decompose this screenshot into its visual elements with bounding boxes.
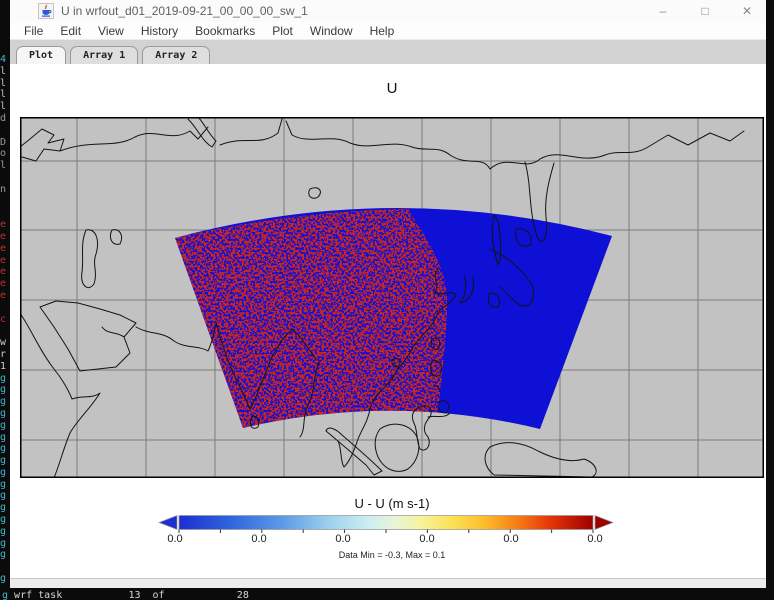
maximize-icon[interactable]: □ — [694, 4, 716, 18]
tab-array-2[interactable]: Array 2 — [142, 46, 210, 64]
window-title: U in wrfout_d01_2019-09-21_00_00_00_sw_1 — [61, 4, 308, 18]
colorbar-tick-label: 0.0 — [323, 533, 363, 545]
terminal-left-edge: 4 l l l l d D o l n e e e e e e e c w r … — [0, 54, 10, 585]
colorbar-tick-label: 0.0 — [491, 533, 531, 545]
tab-plot[interactable]: Plot — [16, 46, 66, 64]
colorbar-tick-label: 0.0 — [575, 533, 615, 545]
tab-array-1[interactable]: Array 1 — [70, 46, 138, 64]
terminal-bottom-line: g wrf task 13 of 28 — [2, 590, 774, 600]
menu-file[interactable]: File — [24, 24, 43, 38]
plot-title: U — [20, 80, 764, 97]
window-controls: – □ ✕ — [652, 0, 758, 22]
colorbar-tick-label: 0.0 — [239, 533, 279, 545]
menu-bar: File Edit View History Bookmarks Plot Window He… — [10, 22, 766, 40]
menu-plot[interactable]: Plot — [272, 24, 293, 38]
menu-edit[interactable]: Edit — [60, 24, 81, 38]
screen: 4 l l l l d D o l n e e e e e e e c w r … — [0, 0, 774, 600]
java-app-icon — [38, 3, 54, 19]
menu-window[interactable]: Window — [310, 24, 353, 38]
menu-bookmarks[interactable]: Bookmarks — [195, 24, 255, 38]
tab-bar: PlotArray 1Array 2 — [10, 40, 766, 64]
window-status-strip — [10, 578, 766, 588]
menu-history[interactable]: History — [141, 24, 178, 38]
minimize-icon[interactable]: – — [652, 4, 674, 18]
colorbar-stats: Data Min = -0.3, Max = 0.1 — [20, 550, 764, 560]
close-icon[interactable]: ✕ — [736, 4, 758, 18]
colorbar-tick-label: 0.0 — [155, 533, 195, 545]
colorbar-tick-label: 0.0 — [407, 533, 447, 545]
colorbar-title: U - U (m s-1) — [20, 496, 764, 511]
menu-view[interactable]: View — [98, 24, 124, 38]
menu-help[interactable]: Help — [370, 24, 395, 38]
colorbar-right-arrow — [595, 516, 613, 530]
colorbar-left-arrow — [159, 516, 177, 530]
colorbar[interactable] — [156, 514, 616, 534]
map-plot[interactable] — [20, 117, 764, 478]
window-titlebar[interactable]: U in wrfout_d01_2019-09-21_00_00_00_sw_1… — [10, 0, 766, 23]
